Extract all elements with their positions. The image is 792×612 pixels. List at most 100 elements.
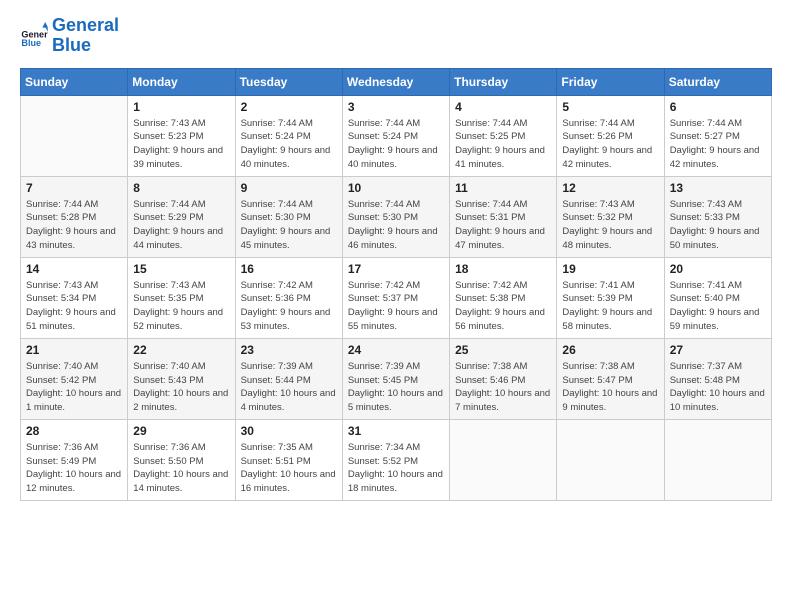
day-info: Sunrise: 7:44 AMSunset: 5:24 PMDaylight:…: [241, 117, 337, 172]
calendar-cell: 13 Sunrise: 7:43 AMSunset: 5:33 PMDayligh…: [664, 176, 771, 257]
day-number: 23: [241, 343, 337, 357]
calendar-cell: 27 Sunrise: 7:37 AMSunset: 5:48 PMDayligh…: [664, 338, 771, 419]
day-number: 20: [670, 262, 766, 276]
calendar-week-row: 7 Sunrise: 7:44 AMSunset: 5:28 PMDaylight…: [21, 176, 772, 257]
day-info: Sunrise: 7:36 AMSunset: 5:50 PMDaylight:…: [133, 441, 229, 496]
calendar-cell: 2 Sunrise: 7:44 AMSunset: 5:24 PMDaylight…: [235, 95, 342, 176]
day-number: 7: [26, 181, 122, 195]
calendar-cell: 24 Sunrise: 7:39 AMSunset: 5:45 PMDayligh…: [342, 338, 449, 419]
calendar-cell: [450, 419, 557, 500]
day-number: 25: [455, 343, 551, 357]
day-number: 18: [455, 262, 551, 276]
calendar-table: SundayMondayTuesdayWednesdayThursdayFrid…: [20, 68, 772, 501]
day-number: 10: [348, 181, 444, 195]
col-header-friday: Friday: [557, 68, 664, 95]
day-info: Sunrise: 7:44 AMSunset: 5:26 PMDaylight:…: [562, 117, 658, 172]
calendar-header-row: SundayMondayTuesdayWednesdayThursdayFrid…: [21, 68, 772, 95]
day-info: Sunrise: 7:44 AMSunset: 5:29 PMDaylight:…: [133, 198, 229, 253]
day-number: 17: [348, 262, 444, 276]
calendar-cell: 3 Sunrise: 7:44 AMSunset: 5:24 PMDaylight…: [342, 95, 449, 176]
calendar-cell: [557, 419, 664, 500]
day-number: 19: [562, 262, 658, 276]
calendar-week-row: 14 Sunrise: 7:43 AMSunset: 5:34 PMDayligh…: [21, 257, 772, 338]
calendar-week-row: 1Sunrise: 7:43 AMSunset: 5:23 PMDaylight…: [21, 95, 772, 176]
day-info: Sunrise: 7:44 AMSunset: 5:25 PMDaylight:…: [455, 117, 551, 172]
day-number: 28: [26, 424, 122, 438]
col-header-thursday: Thursday: [450, 68, 557, 95]
day-number: 24: [348, 343, 444, 357]
calendar-cell: 25 Sunrise: 7:38 AMSunset: 5:46 PMDayligh…: [450, 338, 557, 419]
day-info: Sunrise: 7:44 AMSunset: 5:28 PMDaylight:…: [26, 198, 122, 253]
calendar-cell: [21, 95, 128, 176]
day-info: Sunrise: 7:37 AMSunset: 5:48 PMDaylight:…: [670, 360, 766, 415]
day-info: Sunrise: 7:39 AMSunset: 5:45 PMDaylight:…: [348, 360, 444, 415]
logo: General Blue GeneralBlue: [20, 16, 119, 56]
day-info: Sunrise: 7:44 AMSunset: 5:31 PMDaylight:…: [455, 198, 551, 253]
day-info: Sunrise: 7:44 AMSunset: 5:30 PMDaylight:…: [348, 198, 444, 253]
calendar-cell: 29 Sunrise: 7:36 AMSunset: 5:50 PMDayligh…: [128, 419, 235, 500]
day-number: 26: [562, 343, 658, 357]
calendar-cell: 8 Sunrise: 7:44 AMSunset: 5:29 PMDaylight…: [128, 176, 235, 257]
day-info: Sunrise: 7:35 AMSunset: 5:51 PMDaylight:…: [241, 441, 337, 496]
day-info: Sunrise: 7:41 AMSunset: 5:40 PMDaylight:…: [670, 279, 766, 334]
calendar-cell: [664, 419, 771, 500]
day-info: Sunrise: 7:42 AMSunset: 5:37 PMDaylight:…: [348, 279, 444, 334]
day-number: 29: [133, 424, 229, 438]
day-number: 2: [241, 100, 337, 114]
day-number: 27: [670, 343, 766, 357]
day-info: Sunrise: 7:41 AMSunset: 5:39 PMDaylight:…: [562, 279, 658, 334]
calendar-cell: 6Sunrise: 7:44 AMSunset: 5:27 PMDaylight…: [664, 95, 771, 176]
calendar-cell: 31 Sunrise: 7:34 AMSunset: 5:52 PMDayligh…: [342, 419, 449, 500]
day-info: Sunrise: 7:43 AMSunset: 5:33 PMDaylight:…: [670, 198, 766, 253]
day-number: 21: [26, 343, 122, 357]
day-info: Sunrise: 7:44 AMSunset: 5:24 PMDaylight:…: [348, 117, 444, 172]
calendar-cell: 21 Sunrise: 7:40 AMSunset: 5:42 PMDayligh…: [21, 338, 128, 419]
calendar-cell: 9Sunrise: 7:44 AMSunset: 5:30 PMDaylight…: [235, 176, 342, 257]
day-info: Sunrise: 7:38 AMSunset: 5:47 PMDaylight:…: [562, 360, 658, 415]
day-number: 11: [455, 181, 551, 195]
calendar-cell: 30 Sunrise: 7:35 AMSunset: 5:51 PMDayligh…: [235, 419, 342, 500]
day-number: 6: [670, 100, 766, 114]
logo-text: GeneralBlue: [52, 16, 119, 56]
day-number: 13: [670, 181, 766, 195]
calendar-cell: 15 Sunrise: 7:43 AMSunset: 5:35 PMDayligh…: [128, 257, 235, 338]
day-number: 15: [133, 262, 229, 276]
col-header-wednesday: Wednesday: [342, 68, 449, 95]
calendar-cell: 12 Sunrise: 7:43 AMSunset: 5:32 PMDayligh…: [557, 176, 664, 257]
svg-text:Blue: Blue: [21, 38, 41, 48]
day-info: Sunrise: 7:43 AMSunset: 5:34 PMDaylight:…: [26, 279, 122, 334]
day-info: Sunrise: 7:39 AMSunset: 5:44 PMDaylight:…: [241, 360, 337, 415]
day-number: 5: [562, 100, 658, 114]
calendar-cell: 20 Sunrise: 7:41 AMSunset: 5:40 PMDayligh…: [664, 257, 771, 338]
day-number: 8: [133, 181, 229, 195]
day-info: Sunrise: 7:40 AMSunset: 5:43 PMDaylight:…: [133, 360, 229, 415]
day-number: 31: [348, 424, 444, 438]
calendar-cell: 17 Sunrise: 7:42 AMSunset: 5:37 PMDayligh…: [342, 257, 449, 338]
day-number: 14: [26, 262, 122, 276]
day-number: 4: [455, 100, 551, 114]
col-header-saturday: Saturday: [664, 68, 771, 95]
day-info: Sunrise: 7:43 AMSunset: 5:23 PMDaylight:…: [133, 117, 229, 172]
calendar-cell: 11 Sunrise: 7:44 AMSunset: 5:31 PMDayligh…: [450, 176, 557, 257]
day-info: Sunrise: 7:43 AMSunset: 5:35 PMDaylight:…: [133, 279, 229, 334]
col-header-tuesday: Tuesday: [235, 68, 342, 95]
day-info: Sunrise: 7:42 AMSunset: 5:38 PMDaylight:…: [455, 279, 551, 334]
day-number: 30: [241, 424, 337, 438]
calendar-week-row: 21 Sunrise: 7:40 AMSunset: 5:42 PMDayligh…: [21, 338, 772, 419]
day-info: Sunrise: 7:34 AMSunset: 5:52 PMDaylight:…: [348, 441, 444, 496]
day-info: Sunrise: 7:43 AMSunset: 5:32 PMDaylight:…: [562, 198, 658, 253]
calendar-cell: 23 Sunrise: 7:39 AMSunset: 5:44 PMDayligh…: [235, 338, 342, 419]
day-info: Sunrise: 7:42 AMSunset: 5:36 PMDaylight:…: [241, 279, 337, 334]
calendar-cell: 26 Sunrise: 7:38 AMSunset: 5:47 PMDayligh…: [557, 338, 664, 419]
calendar-cell: 5 Sunrise: 7:44 AMSunset: 5:26 PMDaylight…: [557, 95, 664, 176]
day-info: Sunrise: 7:40 AMSunset: 5:42 PMDaylight:…: [26, 360, 122, 415]
calendar-cell: 16Sunrise: 7:42 AMSunset: 5:36 PMDayligh…: [235, 257, 342, 338]
day-number: 12: [562, 181, 658, 195]
day-number: 3: [348, 100, 444, 114]
col-header-sunday: Sunday: [21, 68, 128, 95]
calendar-week-row: 28 Sunrise: 7:36 AMSunset: 5:49 PMDayligh…: [21, 419, 772, 500]
calendar-cell: 1Sunrise: 7:43 AMSunset: 5:23 PMDaylight…: [128, 95, 235, 176]
day-info: Sunrise: 7:36 AMSunset: 5:49 PMDaylight:…: [26, 441, 122, 496]
day-info: Sunrise: 7:38 AMSunset: 5:46 PMDaylight:…: [455, 360, 551, 415]
calendar-cell: 18 Sunrise: 7:42 AMSunset: 5:38 PMDayligh…: [450, 257, 557, 338]
